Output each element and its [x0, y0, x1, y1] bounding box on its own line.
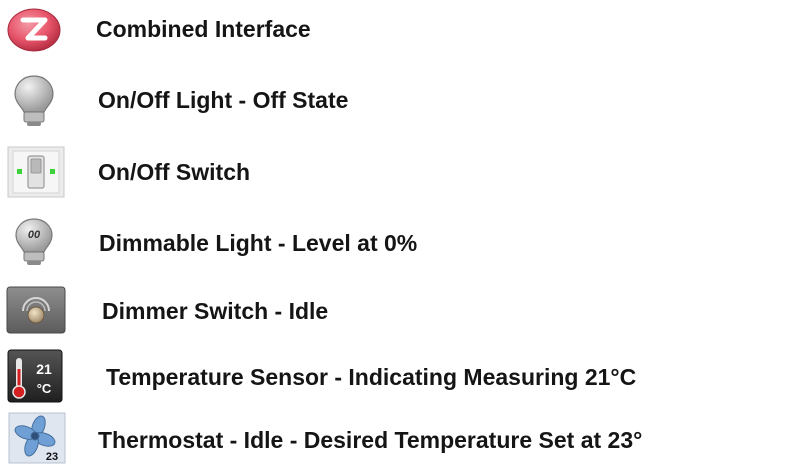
- legend-label: On/Off Light - Off State: [98, 87, 349, 113]
- legend-row-thermostat: 23 Thermostat - Idle - Desired Temperatu…: [0, 408, 805, 468]
- legend-row-dimmer-switch: Dimmer Switch - Idle: [0, 280, 805, 340]
- temperature-sensor-icon: 21 °C: [7, 349, 63, 403]
- zigbee-logo-icon: [7, 8, 61, 52]
- legend-label: Dimmer Switch - Idle: [102, 298, 329, 324]
- sensor-value-text: 21: [36, 361, 52, 377]
- legend-label: Combined Interface: [96, 16, 311, 42]
- legend-label: On/Off Switch: [98, 159, 251, 185]
- sensor-unit-text: °C: [37, 381, 52, 396]
- legend-label: Thermostat - Idle - Desired Temperature …: [98, 427, 643, 453]
- legend-row-dimmable-light: 00 Dimmable Light - Level at 0%: [0, 212, 805, 272]
- dimmer-switch-icon: [6, 286, 66, 334]
- light-bulb-off-icon: [14, 75, 54, 126]
- legend-label: Dimmable Light - Level at 0%: [99, 230, 418, 256]
- dimmable-light-icon: 00: [15, 218, 53, 265]
- dimmer-level-text: 00: [28, 229, 41, 241]
- thermostat-setpoint-text: 23: [46, 451, 58, 463]
- legend-row-on-off-switch: On/Off Switch: [0, 142, 805, 202]
- thermostat-fan-icon: 23: [8, 412, 66, 464]
- legend-row-temperature-sensor: 21 °C Temperature Sensor - Indicating Me…: [0, 346, 805, 406]
- legend-label: Temperature Sensor - Indicating Measurin…: [106, 364, 637, 390]
- legend-row-on-off-light: On/Off Light - Off State: [0, 70, 805, 130]
- legend-row-combined-interface: Combined Interface: [0, 0, 805, 60]
- on-off-switch-icon: [7, 146, 65, 198]
